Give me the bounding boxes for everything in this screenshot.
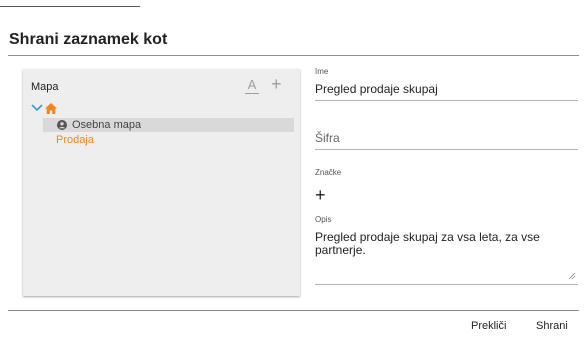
name-field-underline [315,100,578,101]
tree-item-label: Osebna mapa [72,119,142,131]
resize-grip-icon[interactable] [568,272,576,280]
code-field-underline [315,149,578,150]
home-icon [45,103,57,114]
description-textarea[interactable]: Pregled prodaje skupaj za vsa leta, za v… [315,231,565,257]
name-field-label: Ime [315,67,329,76]
folder-panel-label: Mapa [31,81,59,93]
save-button[interactable]: Shrani [536,320,568,332]
tree-root[interactable] [31,103,71,115]
chevron-down-icon[interactable] [31,103,43,113]
cancel-button[interactable]: Prekliči [471,320,506,332]
tree-item-prodaja[interactable]: Prodaja [56,133,94,147]
code-field[interactable]: Šifra [315,131,340,145]
description-underline [315,284,578,285]
folder-panel: Mapa A + Osebna mapa Prodaja [23,69,300,296]
text-format-icon[interactable]: A [245,77,259,94]
name-field[interactable]: Pregled prodaje skupaj [315,82,438,96]
window-top-edge [0,0,140,7]
tree-item-osebna-mapa[interactable]: Osebna mapa [43,118,294,132]
tags-label: Značke [315,168,342,177]
add-folder-icon[interactable]: + [271,75,282,93]
title-divider [8,55,579,56]
user-circle-icon [57,120,67,130]
add-tag-button[interactable]: + [315,186,326,204]
description-label: Opis [315,215,332,224]
footer-divider [8,310,579,311]
dialog-title: Shrani zaznamek kot [9,31,168,48]
